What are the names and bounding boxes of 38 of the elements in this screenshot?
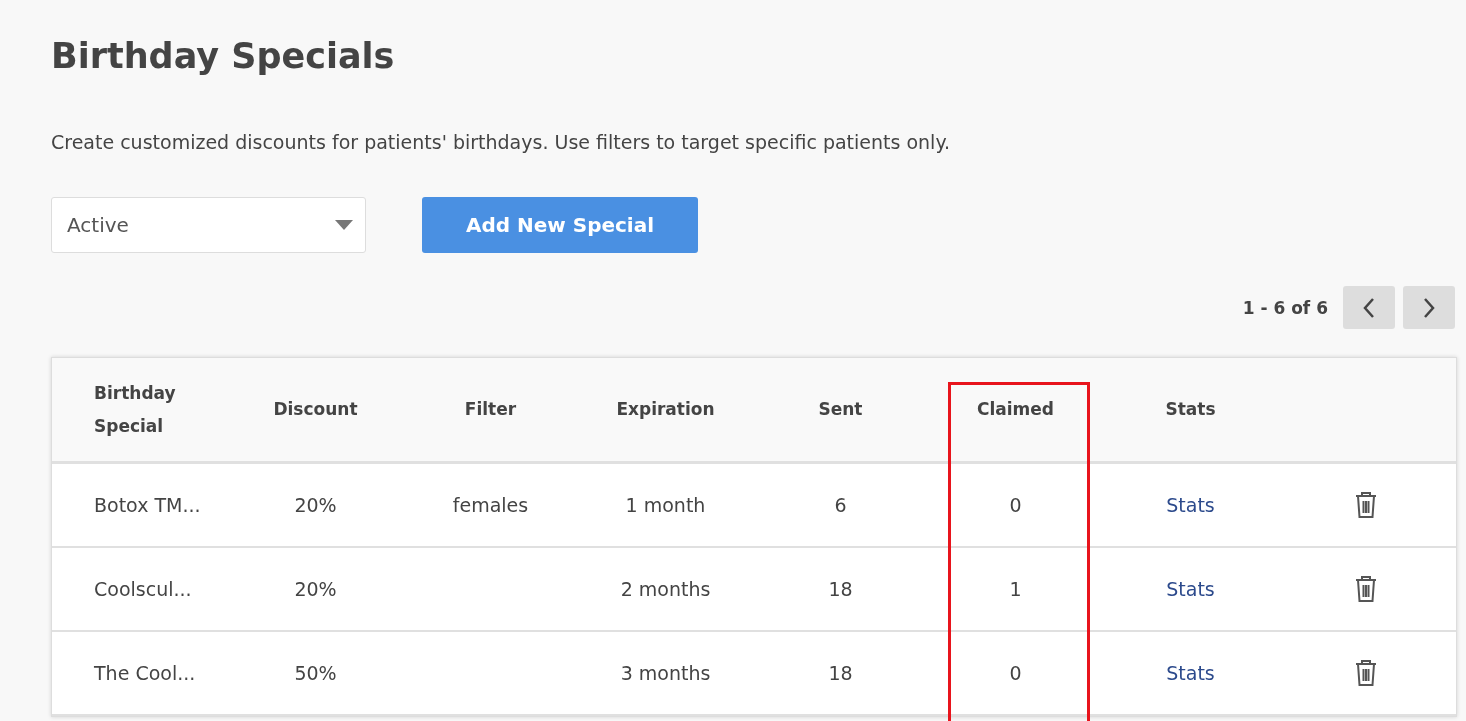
table-cell: 20% <box>294 578 337 600</box>
table-cell: 1 <box>1009 578 1022 600</box>
column-header: Stats <box>1165 399 1216 419</box>
stats-link[interactable]: Stats <box>1166 662 1215 684</box>
column-header: Sent <box>818 399 863 419</box>
column-header: Discount <box>273 399 358 419</box>
column-header: Expiration <box>616 399 715 419</box>
table-cell: 18 <box>828 662 853 684</box>
chevron-right-icon <box>1422 296 1436 319</box>
table-cell: 50% <box>294 662 337 684</box>
table-cell: females <box>452 494 529 516</box>
caret-icon <box>335 220 353 230</box>
trash-icon[interactable] <box>1353 575 1378 603</box>
table-cell: 0 <box>1009 494 1022 516</box>
next-page-button[interactable] <box>1403 286 1455 329</box>
table-cell: 0 <box>1009 662 1022 684</box>
table-cell: 3 months <box>620 662 711 684</box>
column-header: Claimed <box>977 399 1054 419</box>
table-cell: 2 months <box>620 578 711 600</box>
table-cell: 18 <box>828 578 853 600</box>
column-header: Filter <box>464 399 517 419</box>
column-header: Birthday Special <box>94 382 176 436</box>
table-cell: 1 month <box>625 494 706 516</box>
table-cell: Coolscul... <box>94 578 192 600</box>
stats-link[interactable]: Stats <box>1166 494 1215 516</box>
page-range: 1 - 6 of 6 <box>1242 297 1328 318</box>
previous-page-button[interactable] <box>1343 286 1395 329</box>
page-title: Birthday Specials <box>51 35 396 78</box>
trash-icon[interactable] <box>1353 659 1378 687</box>
stats-link[interactable]: Stats <box>1166 578 1215 600</box>
status-dropdown[interactable]: Active <box>51 197 366 253</box>
table-cell: Botox TM... <box>94 494 201 516</box>
chevron-left-icon <box>1362 296 1376 319</box>
table-cell: The Cool... <box>94 662 196 684</box>
page-description: Create customized discounts for patients' birthdays. Use filters to target specific patients only. <box>51 130 951 155</box>
table-cell: 20% <box>294 494 337 516</box>
trash-icon[interactable] <box>1353 491 1378 519</box>
table-cell: 6 <box>834 494 847 516</box>
